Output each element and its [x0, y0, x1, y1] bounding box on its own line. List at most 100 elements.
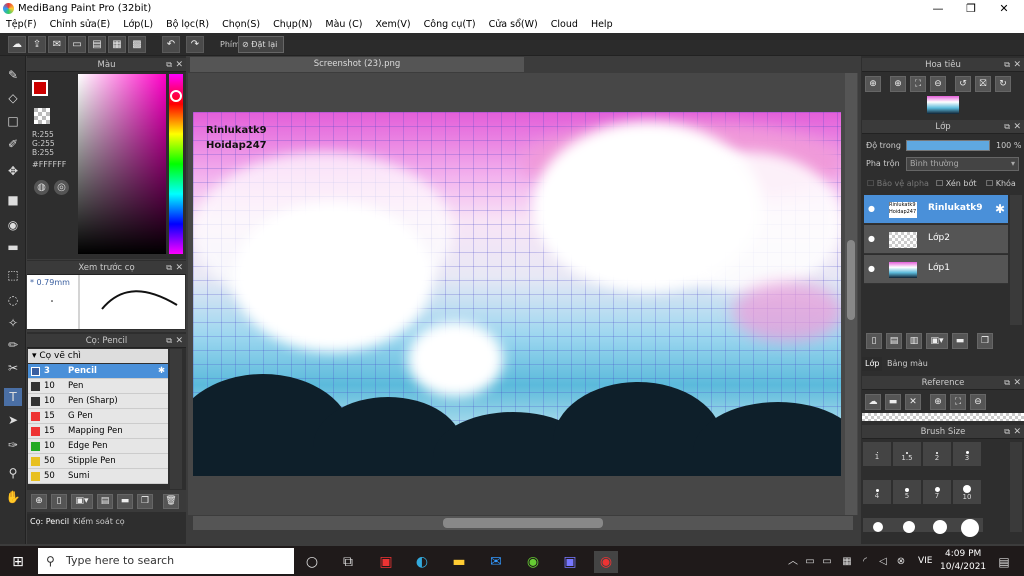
menu-filter[interactable]: Bộ lọc(R) [166, 17, 209, 33]
eraser-tool-icon[interactable]: ◇ [4, 89, 22, 107]
float-icon[interactable]: ⧉ [166, 58, 172, 72]
tab-palette[interactable]: Bảng màu [884, 357, 931, 371]
chat-icon[interactable]: ✉ [48, 36, 66, 53]
windows-start-icon[interactable]: ⊞ [6, 551, 30, 573]
copy-layer-icon[interactable]: ▤ [886, 333, 902, 349]
wifi-icon[interactable]: ◜ [858, 551, 872, 573]
blur-tool-icon[interactable]: ✑ [4, 436, 22, 454]
select-pen-icon[interactable]: ✏ [4, 336, 22, 354]
float-icon[interactable]: ⧉ [1004, 376, 1010, 390]
text-tool-icon[interactable]: T [4, 388, 22, 406]
tab-brush[interactable]: Cọ: Pencil [27, 514, 73, 530]
protect-alpha-checkbox[interactable]: ☐ Bảo vệ alpha [867, 179, 929, 188]
brush-size-option[interactable]: 1.5 [893, 442, 921, 466]
mail-icon[interactable]: ✉ [484, 551, 508, 573]
zoom-in-icon-2[interactable]: ⊕ [890, 76, 906, 92]
notification-icon[interactable]: ▤ [992, 551, 1016, 573]
float-icon[interactable]: ⧉ [166, 334, 172, 348]
eyedropper-icon[interactable]: ⚲ [4, 464, 22, 482]
layer-row[interactable]: ● Rinlukatk9 Hoidap247 Rinlukatk9 ✱ [864, 195, 1008, 224]
visibility-icon[interactable]: ● [868, 264, 875, 273]
gradient-tool-icon[interactable]: ▬ [4, 238, 22, 256]
add-brush-icon[interactable]: ⊕ [31, 494, 47, 509]
drawing-canvas[interactable] [193, 112, 841, 476]
brush-copy-icon[interactable]: ▤ [97, 494, 113, 509]
menu-cloud[interactable]: Cloud [551, 17, 578, 33]
panel-close-icon[interactable]: ✕ [175, 58, 183, 72]
menu-help[interactable]: Help [591, 17, 613, 33]
rectangle-tool-icon[interactable]: □ [4, 112, 22, 130]
rotate-right-icon[interactable]: ↻ [995, 76, 1011, 92]
layer-row[interactable]: ● Lớp1 [864, 255, 1008, 284]
tab-brush-control[interactable]: Kiểm soát cọ [70, 514, 128, 530]
chevron-up-icon[interactable]: ︿ [786, 551, 800, 573]
zoom-out-icon[interactable]: ⊖ [930, 76, 946, 92]
magic-wand-icon[interactable]: ✧ [4, 314, 22, 332]
brush-size-option[interactable]: 3 [953, 442, 981, 466]
opacity-slider[interactable] [906, 140, 990, 151]
task-view-icon[interactable]: ⧉ [336, 551, 360, 573]
select-eraser-icon[interactable]: ✂ [4, 359, 22, 377]
panel-close-icon[interactable]: ✕ [1013, 58, 1021, 72]
blend-mode-select[interactable]: Bình thường ▾ [906, 157, 1019, 171]
merge-layer-icon[interactable]: ▥ [906, 333, 922, 349]
menu-view[interactable]: Xem(V) [376, 17, 411, 33]
menu-tools[interactable]: Công cụ(T) [424, 17, 476, 33]
clock-date[interactable]: 10/4/2021 [940, 562, 986, 572]
gift-app-icon[interactable]: ▣ [374, 551, 398, 573]
brush-item[interactable]: 10 Pen (Sharp) [28, 394, 168, 409]
layer-menu-icon[interactable]: ▣▾ [926, 333, 948, 349]
select-rect-tool-icon[interactable]: ⬚ [4, 266, 22, 284]
saturation-value-picker[interactable] [78, 74, 166, 254]
hue-handle[interactable] [170, 90, 182, 102]
maximize-button[interactable]: ❐ [955, 0, 987, 17]
brush-size-option[interactable]: 5 [893, 480, 921, 504]
grid-icon[interactable]: ▦ [108, 36, 126, 53]
navigator-thumbnail[interactable] [927, 96, 959, 114]
teams-icon[interactable]: ▣ [558, 551, 582, 573]
horizontal-scroll-thumb[interactable] [443, 518, 603, 528]
brush-menu-icon[interactable]: ▣▾ [71, 494, 93, 509]
transparent-color-swatch[interactable] [34, 108, 50, 124]
brush-item[interactable]: 50 Stipple Pen [28, 454, 168, 469]
redo-icon[interactable]: ↷ [186, 36, 204, 53]
operation-tool-icon[interactable]: ➤ [4, 411, 22, 429]
reset-view-icon[interactable]: ⛝ [975, 76, 991, 92]
panel-close-icon[interactable]: ✕ [1013, 120, 1021, 134]
foreground-color-swatch[interactable] [32, 80, 48, 96]
clock-time[interactable]: 4:09 PM [945, 549, 981, 559]
visibility-icon[interactable]: ● [868, 204, 875, 213]
comment-icon[interactable]: ▭ [68, 36, 86, 53]
lock-checkbox[interactable]: ☐ Khóa [986, 179, 1016, 188]
minimize-button[interactable]: — [922, 0, 954, 17]
brush-item[interactable]: 3 Pencil ✱ [28, 364, 168, 379]
cortana-icon[interactable]: ○ [300, 551, 324, 573]
visibility-icon[interactable]: ● [868, 234, 875, 243]
fit-icon[interactable]: ⛶ [910, 76, 926, 92]
medibang-taskbar-icon[interactable]: ◉ [594, 551, 618, 573]
menu-window[interactable]: Cửa sổ(W) [489, 17, 538, 33]
float-icon[interactable]: ⧉ [1004, 120, 1010, 134]
meet-icon[interactable]: ▭ [803, 551, 817, 573]
pattern-icon[interactable]: ▩ [128, 36, 146, 53]
move-tool-icon[interactable]: ✥ [4, 162, 22, 180]
ref-fit-icon[interactable]: ⛶ [950, 394, 966, 410]
mute-icon[interactable]: ⊗ [894, 551, 908, 573]
vertical-scroll-thumb[interactable] [847, 240, 855, 320]
rotate-left-icon[interactable]: ↺ [955, 76, 971, 92]
doc-icon[interactable]: ▤ [88, 36, 106, 53]
brush-size-option[interactable]: 1 [863, 442, 891, 466]
brush-list-scrollbar[interactable] [170, 349, 182, 489]
battery-icon[interactable]: ▭ [820, 551, 834, 573]
pen-tool-icon[interactable]: ✐ [4, 135, 22, 153]
network-icon[interactable]: ▦ [840, 551, 854, 573]
export-icon[interactable]: ⇪ [28, 36, 46, 53]
float-icon[interactable]: ⧉ [1004, 58, 1010, 72]
language-indicator[interactable]: VIE [918, 556, 933, 566]
hand-tool-icon[interactable]: ✋ [4, 488, 22, 506]
edge-icon[interactable]: ◐ [410, 551, 434, 573]
trash-icon[interactable]: 🗑 [163, 494, 179, 509]
gear-icon[interactable]: ✱ [995, 202, 1005, 216]
layer-folder-icon[interactable]: ▬ [952, 333, 968, 349]
volume-icon[interactable]: ◁ [876, 551, 890, 573]
